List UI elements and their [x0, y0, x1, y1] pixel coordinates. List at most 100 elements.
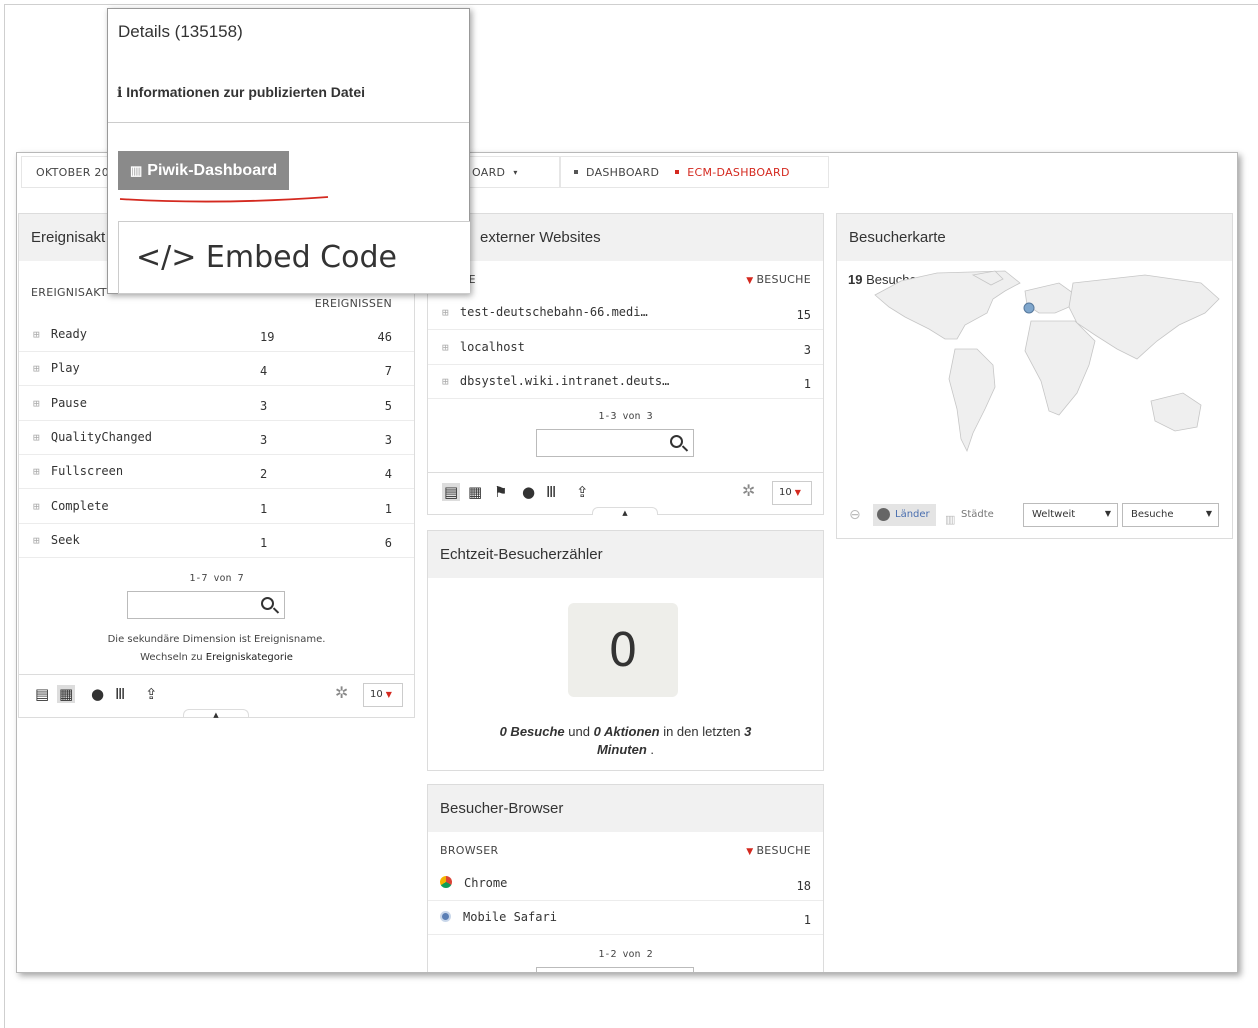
events-value: 5 [384, 398, 392, 413]
details-popup: Details (135158) i Informationen zur pub… [107, 8, 470, 294]
search-input[interactable] [127, 591, 285, 619]
bar-chart-icon: ▥ [130, 162, 143, 178]
widget-title[interactable]: Echtzeit-Besucherzähler [428, 531, 823, 578]
expand-icon[interactable]: ⊞ [33, 465, 40, 478]
countries-button[interactable]: Länder [873, 504, 936, 526]
expand-icon[interactable]: ⊞ [442, 375, 449, 388]
table-view-icon[interactable]: ▤ [35, 685, 49, 703]
table-row[interactable]: ⊞ QualityChanged 3 3 [19, 421, 414, 455]
unique-events-value: 2 [260, 467, 268, 482]
unique-events-value: 1 [260, 535, 268, 550]
chevron-down-icon: ▼ [1205, 509, 1212, 518]
expand-icon[interactable]: ⊞ [442, 341, 449, 354]
expand-icon[interactable]: ⊞ [33, 431, 40, 444]
visit-marker[interactable] [1023, 302, 1035, 314]
widget-title[interactable]: Besucher-Browser [428, 785, 823, 832]
export-icon[interactable]: ⇪ [145, 685, 158, 703]
row-label: Chrome [440, 876, 507, 890]
insights-bulb-icon[interactable]: ● [522, 483, 535, 501]
widget-footer: ▤ ▦ ⚑ ● Ⅲ ⇪ ✲ 10 ▼ ▲ [428, 472, 823, 517]
table-row[interactable]: ⊞ test-deutschebahn-66.medi… 15 [428, 296, 823, 330]
table-row[interactable]: ⊞ Complete 1 1 [19, 490, 414, 524]
bar-chart-icon[interactable]: Ⅲ [115, 685, 125, 703]
flag-icon[interactable]: ⚑ [494, 483, 507, 501]
region-select[interactable]: Weltweit ▼ [1023, 503, 1118, 527]
table-row[interactable]: ⊞ dbsystel.wiki.intranet.deuts… 1 [428, 365, 823, 399]
widget-title[interactable]: Besucherkarte [837, 214, 1232, 261]
table-row[interactable]: ⊞ Pause 3 5 [19, 387, 414, 421]
bullet-icon [675, 170, 680, 174]
expand-icon[interactable]: ⊞ [33, 362, 40, 375]
bar-chart-icon[interactable]: Ⅲ [546, 483, 556, 501]
expand-icon[interactable]: ⊞ [33, 500, 40, 513]
cities-button[interactable]: ▥ Städte [943, 504, 998, 526]
events-value: 46 [377, 330, 392, 344]
table-row[interactable]: ⊞ Play 4 7 [19, 352, 414, 387]
breadcrumb: DASHBOARD ECM-DASHBOARD [559, 156, 829, 188]
search-icon[interactable] [261, 597, 274, 610]
note-line: Die sekundäre Dimension ist Ereignisname… [107, 634, 326, 645]
unique-events-value: 19 [260, 330, 275, 344]
expand-icon[interactable]: ⊞ [33, 534, 40, 547]
visits-value: 1 [803, 377, 811, 391]
gear-icon[interactable]: ✲ [335, 683, 348, 702]
switch-dimension-link[interactable]: Ereigniskategorie [206, 652, 293, 663]
limit-selector[interactable]: 10 ▼ [772, 481, 812, 505]
column-header-label[interactable]: EREIGNISAKT [31, 286, 107, 299]
world-map[interactable] [845, 269, 1230, 469]
row-label: ⊞ Complete [33, 498, 109, 513]
websites-widget: externer Websites ITE ▼BESUCHE ⊞ test-de… [427, 213, 824, 517]
row-label: ⊞ Seek [33, 532, 80, 547]
table-row[interactable]: ⊞ Ready 19 46 [19, 318, 414, 352]
table-row[interactable]: ⊞ localhost 3 [428, 331, 823, 365]
widget-footer: ▤ ▦ ● Ⅲ ⇪ ✲ 10 ▼ ▲ [19, 674, 414, 719]
chevron-down-icon: ▼ [1104, 509, 1111, 518]
table-row[interactable]: Chrome 18 [428, 867, 823, 901]
row-label: ⊞ Ready [33, 327, 87, 341]
piwik-dashboard-button[interactable]: ▥ Piwik-Dashboard [118, 151, 289, 190]
visits-value: 15 [796, 308, 811, 322]
collapse-tab[interactable]: ▲ [592, 507, 658, 517]
search-input[interactable] [536, 429, 694, 457]
chrome-icon [440, 876, 452, 888]
zoom-out-icon[interactable]: ⊖ [849, 507, 861, 523]
column-header-visits[interactable]: ▼ BESUCHE [746, 273, 811, 286]
pagination-info: 1-3 von 3 [598, 411, 653, 422]
table-row[interactable]: ⊞ Seek 1 6 [19, 524, 414, 558]
search-input[interactable] [536, 967, 694, 972]
widget-title[interactable]: externer Websites [428, 214, 823, 261]
column-header-events[interactable]: EREIGNISSEN [315, 297, 392, 310]
expand-icon[interactable]: ⊞ [33, 328, 40, 341]
table-row[interactable]: ⊞ Fullscreen 2 4 [19, 455, 414, 490]
column-header-browser[interactable]: BROWSER [440, 844, 498, 857]
visitor-browser-widget: Besucher-Browser BROWSER ▼ BESUCHE Chrome… [427, 784, 824, 972]
australia-shape [1150, 392, 1202, 432]
breadcrumb-ecm-dashboard[interactable]: ECM-DASHBOARD [687, 166, 790, 179]
row-label: ⊞ QualityChanged [33, 429, 153, 444]
expand-icon[interactable]: ⊞ [442, 306, 449, 319]
realtime-summary: 0 Besuche und 0 Aktionen in den letzten … [499, 724, 752, 757]
export-icon[interactable]: ⇪ [576, 483, 589, 501]
embed-code-button[interactable]: </> Embed Code [118, 221, 470, 294]
map-controls: ⊖ Länder ▥ Städte Weltweit ▼ Besuche ▼ [837, 498, 1232, 536]
globe-icon [877, 508, 890, 521]
table-view-icon[interactable]: ▤ [442, 483, 461, 501]
visitor-map-widget: Besucherkarte 19 Besuche ⊖ Länder ▥ Städ… [836, 213, 1233, 539]
breadcrumb-dashboard[interactable]: DASHBOARD [586, 166, 659, 179]
expand-icon[interactable]: ⊞ [33, 397, 40, 410]
visits-value: 1 [803, 913, 811, 927]
insights-bulb-icon[interactable]: ● [91, 685, 104, 703]
table-more-view-icon[interactable]: ▦ [57, 685, 76, 703]
metric-select[interactable]: Besuche ▼ [1122, 503, 1219, 527]
africa-shape [1024, 320, 1096, 416]
table-more-view-icon[interactable]: ▦ [468, 483, 482, 501]
divider [108, 122, 469, 123]
visits-value: 18 [796, 879, 811, 893]
limit-selector[interactable]: 10 ▼ [363, 683, 403, 707]
note-switch-text: Wechseln zu [140, 652, 203, 663]
table-row[interactable]: Mobile Safari 1 [428, 901, 823, 935]
column-header-visits[interactable]: ▼ BESUCHE [746, 844, 811, 857]
search-icon[interactable] [670, 435, 683, 448]
collapse-tab[interactable]: ▲ [183, 709, 249, 719]
gear-icon[interactable]: ✲ [742, 481, 755, 500]
